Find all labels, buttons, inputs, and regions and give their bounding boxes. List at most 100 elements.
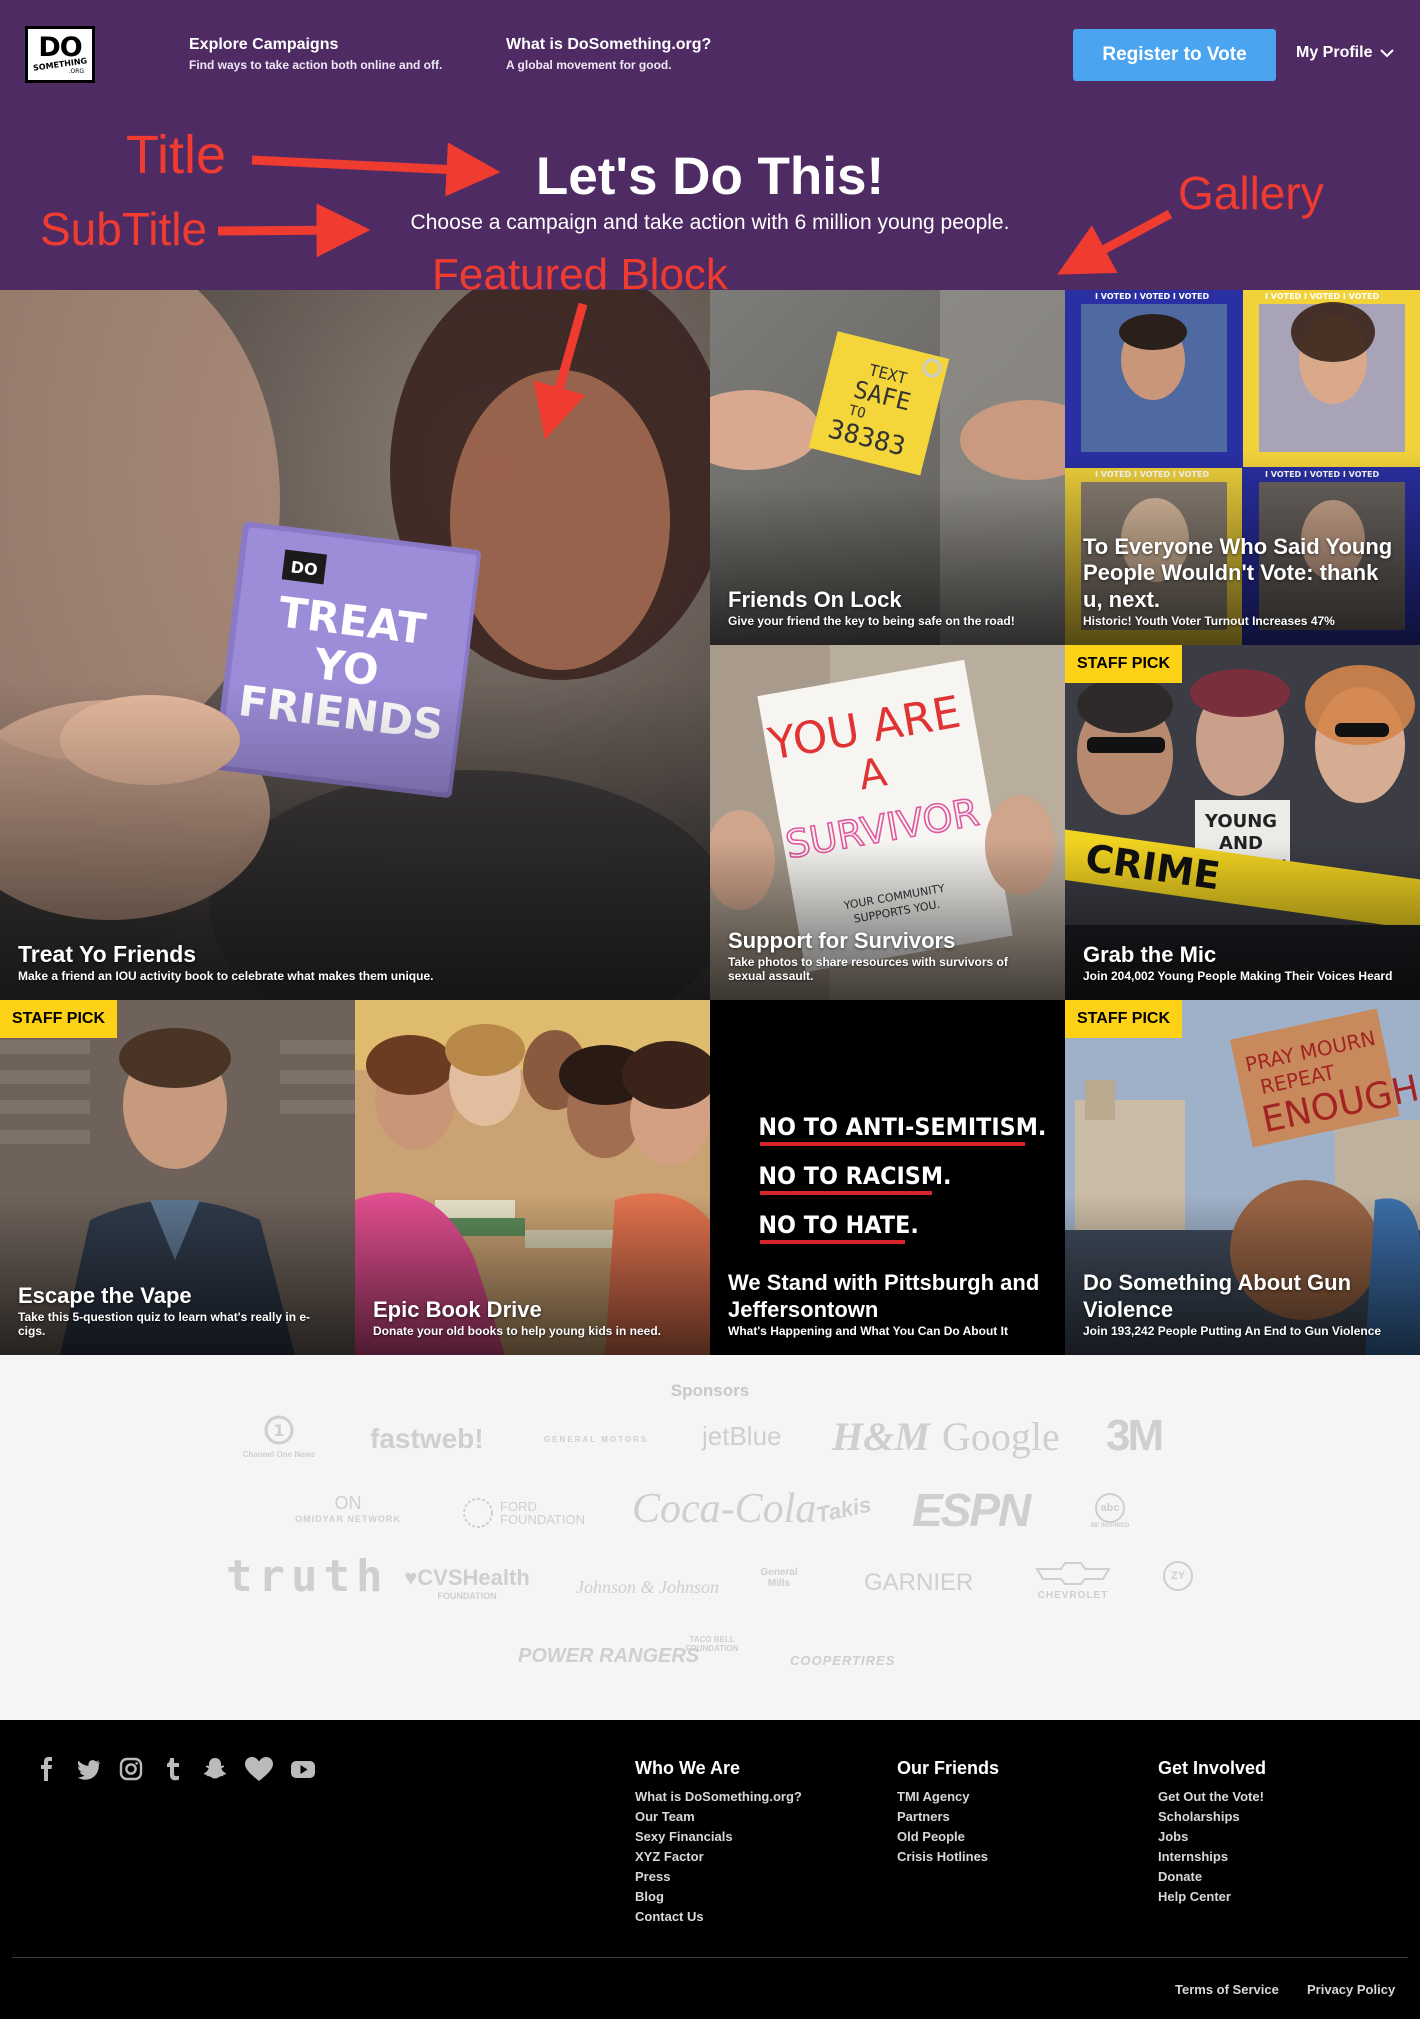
sponsor-logo[interactable]: Takis xyxy=(814,1492,874,1529)
social-links xyxy=(34,1756,316,1782)
sponsor-logo[interactable]: Coca-Cola xyxy=(632,1485,816,1533)
sponsor-logo[interactable]: ♥CVSHealth FOUNDATION xyxy=(402,1565,532,1601)
sponsor-label: FOUNDATION xyxy=(437,1591,497,1601)
campaign-tile[interactable]: PRAY MOURN REPEAT ENOUGH STAFF PICK Do S… xyxy=(1065,1000,1420,1355)
sponsor-logo[interactable]: ON OMIDYAR NETWORK xyxy=(288,1493,408,1524)
footer-link[interactable]: What is DoSomething.org? xyxy=(635,1787,802,1807)
sponsor-logo[interactable]: GARNIER xyxy=(864,1569,973,1597)
svg-text:DO: DO xyxy=(290,557,319,579)
footer-link[interactable]: Internships xyxy=(1158,1847,1266,1867)
campaign-tile-featured[interactable]: DO TREAT YO FRIENDS Treat Yo Friends Mak… xyxy=(0,290,710,1000)
footer-link[interactable]: Jobs xyxy=(1158,1827,1266,1847)
svg-text:I VOTED I VOTED I VOTED: I VOTED I VOTED I VOTED xyxy=(1095,292,1209,301)
footer-link[interactable]: Partners xyxy=(897,1807,999,1827)
sponsor-logo[interactable]: 1 Channel One News xyxy=(236,1415,322,1459)
campaign-tile[interactable]: NO TO ANTI-SEMITISM. NO TO RACISM. NO TO… xyxy=(710,1000,1065,1355)
tile-subtitle: Give your friend the key to being safe o… xyxy=(728,614,1015,629)
annotation-subtitle: SubTitle xyxy=(40,203,208,255)
ford-foundation-icon xyxy=(463,1498,493,1528)
sponsor-logo[interactable]: fastweb! xyxy=(370,1423,484,1455)
tile-subtitle: Join 204,002 Young People Making Their V… xyxy=(1083,969,1393,984)
sponsors-title: Sponsors xyxy=(670,1381,750,1400)
sponsor-logo[interactable]: abc BE INSPIRED xyxy=(1084,1493,1136,1529)
nav-explore-campaigns[interactable]: Explore Campaigns Find ways to take acti… xyxy=(189,36,442,72)
tile-title: Support for Survivors xyxy=(728,928,956,954)
sponsor-logo[interactable]: GENERAL MOTORS xyxy=(544,1435,648,1444)
sponsor-label: ON xyxy=(334,1493,362,1513)
sponsor-logo[interactable]: Google xyxy=(942,1413,1060,1460)
privacy-policy-link[interactable]: Privacy Policy xyxy=(1307,1982,1395,1997)
sponsor-label: OMIDYAR NETWORK xyxy=(295,1514,401,1524)
chevrolet-icon xyxy=(1035,1562,1111,1585)
nav-title: What is DoSomething.org? xyxy=(506,36,712,53)
tile-title: To Everyone Who Said Young People Wouldn… xyxy=(1083,534,1393,612)
sponsor-label: ♥CVSHealth xyxy=(404,1565,530,1590)
profile-label: My Profile xyxy=(1296,44,1373,61)
tile-subtitle: Take photos to share resources with surv… xyxy=(728,955,1008,984)
sponsor-label: BE INSPIRED xyxy=(1090,1523,1130,1529)
sponsor-label: abc xyxy=(1095,1493,1125,1523)
tile-title: We Stand with Pittsburgh and Jeffersonto… xyxy=(728,1270,1040,1322)
footer-link[interactable]: Sexy Financials xyxy=(635,1827,802,1847)
terms-of-service-link[interactable]: Terms of Service xyxy=(1175,1982,1279,1997)
footer-link[interactable]: Donate xyxy=(1158,1867,1266,1887)
twitter-icon[interactable] xyxy=(76,1756,102,1782)
staff-pick-badge: STAFF PICK xyxy=(0,1000,118,1038)
sponsor-logo[interactable]: jetBlue xyxy=(702,1421,782,1452)
sponsor-logo[interactable]: H&M xyxy=(832,1413,930,1460)
heart-icon: ♥ xyxy=(404,1565,418,1590)
staff-pick-badge: STAFF PICK xyxy=(1065,1000,1183,1038)
footer-link[interactable]: Scholarships xyxy=(1158,1807,1266,1827)
tumblr-icon[interactable] xyxy=(160,1756,186,1782)
sponsor-logo[interactable]: POWER RANGERS xyxy=(518,1645,699,1668)
sponsors-section: Sponsors 1 Channel One News fastweb! GEN… xyxy=(0,1355,1420,1720)
sponsor-logo[interactable]: ESPN xyxy=(912,1483,1031,1537)
my-profile-menu[interactable]: My Profile xyxy=(1296,44,1395,62)
sponsor-logo[interactable]: ZY xyxy=(1163,1561,1193,1591)
instagram-icon[interactable] xyxy=(118,1756,144,1782)
campaign-tile[interactable]: I VOTED I VOTED I VOTED I VOTED I VOTED … xyxy=(1065,290,1420,645)
footer-link[interactable]: Contact Us xyxy=(635,1907,802,1927)
footer-column-title: Our Friends xyxy=(897,1758,1000,1778)
footer-link[interactable]: Press xyxy=(635,1867,802,1887)
staff-pick-badge: STAFF PICK xyxy=(1065,645,1183,683)
heart-icon[interactable] xyxy=(244,1756,274,1782)
tile-subtitle: Make a friend an IOU activity book to ce… xyxy=(18,969,434,984)
footer-link[interactable]: TMI Agency xyxy=(897,1787,999,1807)
snapchat-icon[interactable] xyxy=(202,1756,228,1782)
campaign-tile[interactable]: YOUNG AND POWERFUL CRIME STAFF PICK Grab… xyxy=(1065,645,1420,1000)
footer-link[interactable]: Crisis Hotlines xyxy=(897,1847,999,1867)
campaign-tile[interactable]: TEXT SAFE TO 38383 Friends On Lock Give … xyxy=(710,290,1065,645)
campaign-tile[interactable]: Epic Book Drive Donate your old books to… xyxy=(355,1000,710,1355)
sponsor-logo[interactable]: COOPERTIRES xyxy=(790,1653,895,1668)
campaign-tile[interactable]: STAFF PICK Escape the Vape Take this 5-q… xyxy=(0,1000,355,1355)
nav-title: Explore Campaigns xyxy=(189,36,339,53)
tile-subtitle: What's Happening and What You Can Do Abo… xyxy=(728,1324,1008,1339)
footer-link[interactable]: Get Out the Vote! xyxy=(1158,1787,1266,1807)
youtube-icon[interactable] xyxy=(290,1756,316,1782)
footer-link[interactable]: Help Center xyxy=(1158,1887,1266,1907)
tile-subtitle: Donate your old books to help young kids… xyxy=(373,1324,662,1339)
site-footer: Who We Are What is DoSomething.org? Our … xyxy=(0,1720,1420,2019)
sponsor-logo[interactable]: 3M xyxy=(1106,1411,1164,1461)
sponsor-logo[interactable]: Johnson & Johnson xyxy=(576,1577,719,1598)
sponsor-logo[interactable]: truth xyxy=(226,1551,388,1602)
sponsor-logo[interactable]: FORD FOUNDATION xyxy=(462,1497,585,1529)
footer-link[interactable]: XYZ Factor xyxy=(635,1847,802,1867)
nav-what-is-dosomething[interactable]: What is DoSomething.org? A global moveme… xyxy=(506,36,711,72)
footer-link[interactable]: Old People xyxy=(897,1827,999,1847)
facebook-icon[interactable] xyxy=(34,1756,60,1782)
campaign-tile[interactable]: YOU ARE A SURVIVOR YOUR COMMUNITY SUPPOR… xyxy=(710,645,1065,1000)
dosomething-logo[interactable]: DO SOMETHING .ORG xyxy=(25,26,95,83)
sponsor-logo[interactable]: CHEVROLET xyxy=(1030,1561,1116,1601)
tile-title: Treat Yo Friends xyxy=(18,940,197,967)
register-to-vote-button[interactable]: Register to Vote xyxy=(1073,29,1276,81)
footer-link[interactable]: Blog xyxy=(635,1887,802,1907)
sponsor-logo[interactable]: General Mills xyxy=(750,1567,808,1589)
annotation-featured: Featured Block xyxy=(432,250,728,299)
sponsor-label: Channel One News xyxy=(242,1450,316,1459)
sponsor-logo[interactable]: TACO BELL FOUNDATION xyxy=(682,1635,742,1653)
footer-link[interactable]: Our Team xyxy=(635,1807,802,1827)
tile-subtitle: Join 193,242 People Putting An End to Gu… xyxy=(1083,1324,1382,1339)
svg-text:YOUNG: YOUNG xyxy=(1204,811,1277,832)
